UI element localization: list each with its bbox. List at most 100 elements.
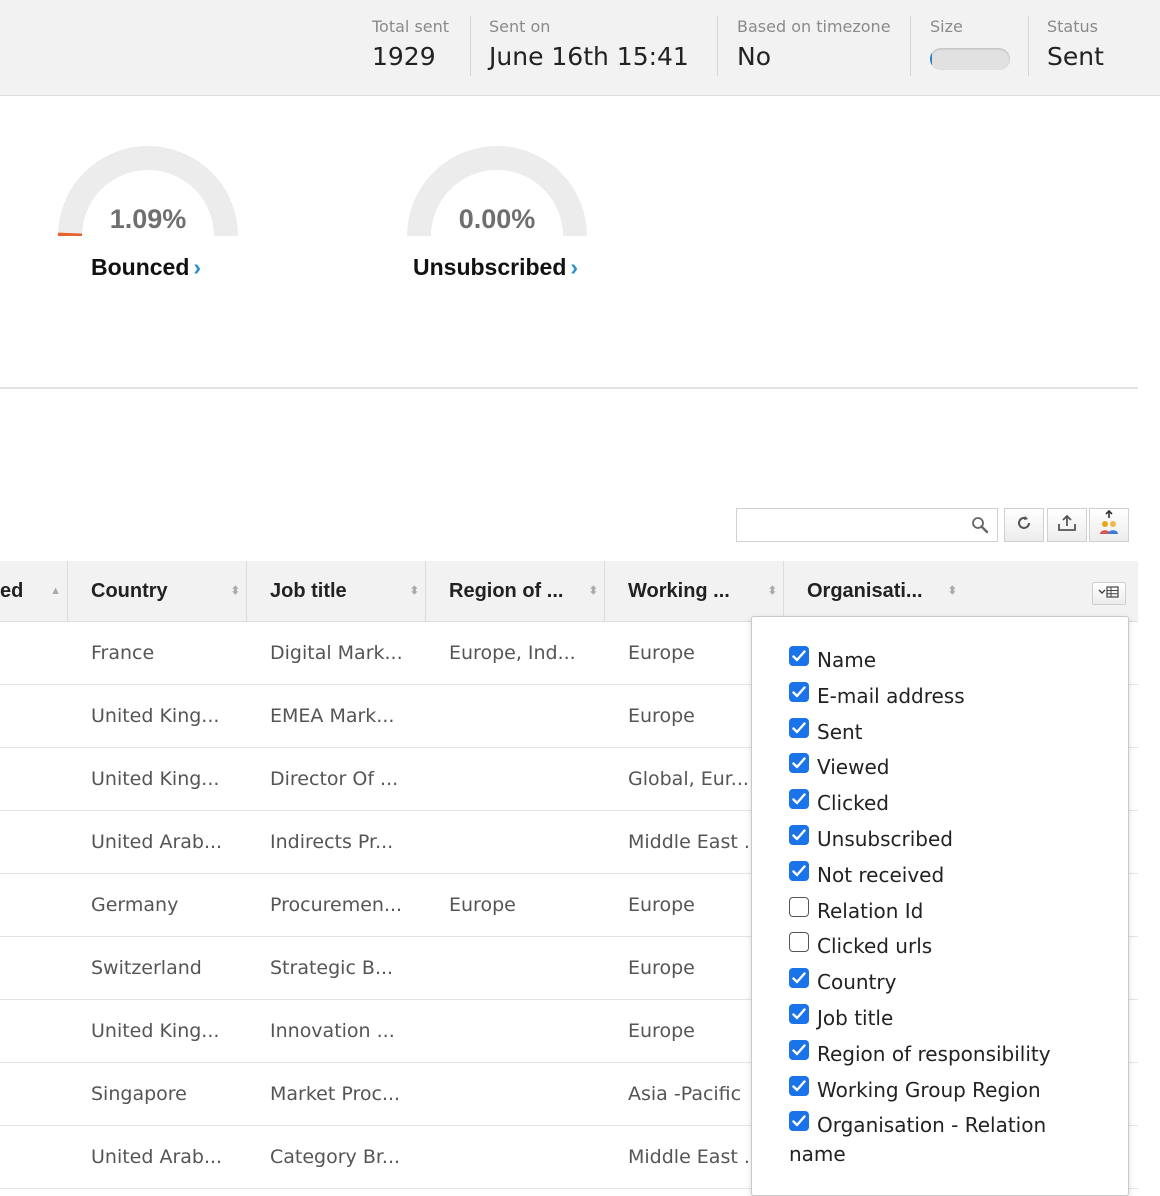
column-header-received[interactable]: ed▲ [0, 561, 68, 621]
column-option-not-received[interactable]: Not received [789, 860, 1128, 896]
sort-icon: ⬍ [410, 561, 419, 621]
column-header-label: Job title [270, 580, 347, 602]
cell-job-title: Procuremen... [247, 874, 426, 936]
column-option-label: Name [817, 646, 876, 674]
cell-region [426, 685, 605, 747]
gauge-percentage: 0.00% [407, 204, 587, 235]
checkbox[interactable] [789, 718, 809, 738]
column-option-relation-id[interactable]: Relation Id [789, 896, 1128, 932]
checkbox[interactable] [789, 1040, 809, 1060]
bounced-link[interactable]: Bounced› [91, 254, 201, 281]
cell-region: Europe, Ind... [426, 622, 605, 684]
column-option-label: Clicked [817, 789, 889, 817]
column-option-clicked-urls[interactable]: Clicked urls [789, 931, 1128, 967]
stat-separator [1028, 16, 1029, 76]
column-option-viewed[interactable]: Viewed [789, 752, 1128, 788]
column-option-unsubscribed[interactable]: Unsubscribed [789, 824, 1128, 860]
column-option-label: Clicked urls [817, 932, 932, 960]
column-header-label: Working ... [628, 580, 730, 602]
column-option-name[interactable]: Name [789, 645, 1128, 681]
column-header-label: Region of ... [449, 580, 563, 602]
column-header-label: ed [0, 580, 23, 602]
column-option-country[interactable]: Country [789, 967, 1128, 1003]
column-option-clicked[interactable]: Clicked [789, 788, 1128, 824]
checkbox[interactable] [789, 861, 809, 881]
sort-icon: ⬍ [231, 561, 240, 621]
gauge-link-label: Bounced [91, 254, 189, 280]
column-option-email[interactable]: E-mail address [789, 681, 1128, 717]
stat-value: Sent [1047, 42, 1104, 71]
cell-country: United Arab... [68, 1126, 247, 1188]
checkbox[interactable] [789, 897, 809, 917]
cell-job-title: Strategic B... [247, 937, 426, 999]
column-option-working-group[interactable]: Working Group Region [789, 1075, 1128, 1111]
search-input[interactable] [737, 509, 973, 539]
stat-value: June 16th 15:41 [489, 42, 689, 71]
cell-country: United King... [68, 748, 247, 810]
table-search [736, 508, 998, 542]
column-header-organisation[interactable]: Organisati...⬍ [784, 561, 963, 621]
cell-region [426, 748, 605, 810]
checkbox[interactable] [789, 789, 809, 809]
cell-region: Europe [426, 874, 605, 936]
refresh-icon [1014, 513, 1034, 537]
export-button[interactable] [1047, 508, 1087, 542]
cell-job-title: Indirects Pr... [247, 811, 426, 873]
column-chooser-menu: Name E-mail address Sent Viewed Clicked … [751, 616, 1129, 1196]
checkbox[interactable] [789, 825, 809, 845]
cell-country: Switzerland [68, 937, 247, 999]
checkbox[interactable] [789, 1076, 809, 1096]
upload-contacts-icon [1097, 510, 1121, 540]
column-option-organisation[interactable]: Organisation - Relation name [752, 1110, 1128, 1168]
column-header-label: Organisati... [807, 580, 923, 602]
sort-icon: ⬍ [589, 561, 598, 621]
checkbox[interactable] [789, 968, 809, 988]
column-header-working-group[interactable]: Working ...⬍ [605, 561, 784, 621]
chevron-right-icon: › [193, 254, 201, 280]
column-option-job-title[interactable]: Job title [789, 1003, 1128, 1039]
table-header: ed▲ Country ⬍ Job title ⬍ Region of ... ⬍ W… [0, 561, 1138, 622]
gauge-percentage: 1.09% [58, 204, 238, 235]
stat-label: Size [930, 17, 1010, 36]
column-option-region[interactable]: Region of responsibility [789, 1039, 1128, 1075]
checkbox[interactable] [789, 682, 809, 702]
checkbox[interactable] [789, 932, 809, 952]
unsubscribed-link[interactable]: Unsubscribed› [413, 254, 578, 281]
chevron-right-icon: › [570, 254, 578, 280]
cell-job-title: Market Proc... [247, 1063, 426, 1125]
column-option-label: Sent [817, 718, 863, 746]
column-header-country[interactable]: Country ⬍ [68, 561, 247, 621]
stat-separator [910, 16, 911, 76]
cell-job-title: Category Br... [247, 1126, 426, 1188]
stat-timezone: Based on timezone No [737, 16, 891, 78]
column-option-label: Organisation - Relation name [789, 1111, 1089, 1168]
column-option-label: Viewed [817, 753, 889, 781]
cell-job-title: Digital Mark... [247, 622, 426, 684]
column-chooser-button[interactable] [1092, 582, 1126, 605]
column-option-label: Unsubscribed [817, 825, 953, 853]
stat-size: Size [930, 16, 1010, 78]
cell-region [426, 1063, 605, 1125]
column-header-region[interactable]: Region of ... ⬍ [426, 561, 605, 621]
search-icon[interactable] [971, 516, 989, 538]
cell-region [426, 1126, 605, 1188]
stat-total-sent: Total sent 1929 [372, 16, 449, 78]
size-progress-fill [930, 48, 932, 70]
column-option-sent[interactable]: Sent [789, 717, 1128, 753]
refresh-button[interactable] [1004, 508, 1044, 542]
stat-value: 1929 [372, 42, 449, 71]
column-option-label: Region of responsibility [817, 1040, 1051, 1068]
checkbox[interactable] [789, 753, 809, 773]
checkbox[interactable] [789, 646, 809, 666]
checkbox[interactable] [789, 1004, 809, 1024]
column-header-label: Country [91, 580, 168, 602]
cell-country: United King... [68, 1000, 247, 1062]
cell-country: United Arab... [68, 811, 247, 873]
cell-country: United King... [68, 685, 247, 747]
column-header-job-title[interactable]: Job title ⬍ [247, 561, 426, 621]
stat-value: No [737, 42, 891, 71]
stat-sent-on: Sent on June 16th 15:41 [489, 16, 689, 78]
upload-contacts-button[interactable] [1089, 508, 1129, 542]
column-option-label: Relation Id [817, 897, 923, 925]
size-progress-bar [930, 48, 1010, 70]
